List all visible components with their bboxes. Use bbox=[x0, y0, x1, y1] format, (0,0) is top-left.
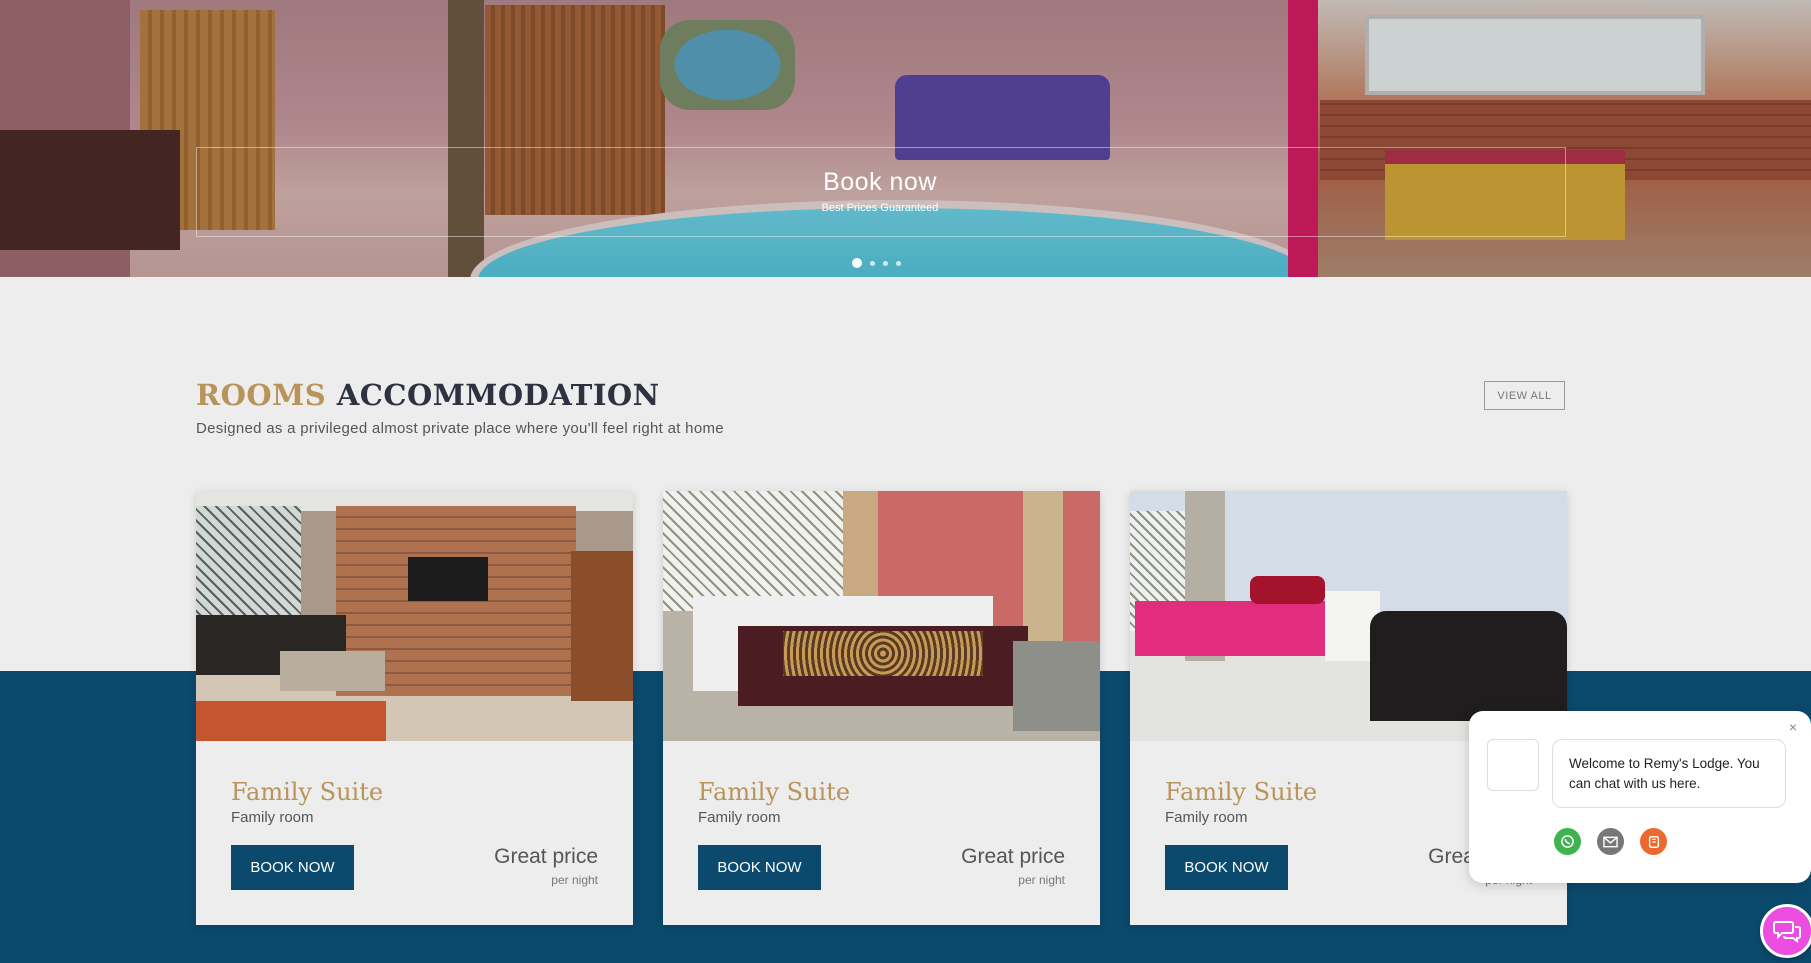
chat-bubbles-icon bbox=[1773, 921, 1801, 943]
photo-curtain bbox=[1023, 491, 1063, 661]
room-photo[interactable] bbox=[663, 491, 1100, 741]
room-card: Family Suite Family room BOOK NOW Great … bbox=[663, 491, 1100, 925]
photo-pillow bbox=[1250, 576, 1325, 604]
room-type: Family room bbox=[698, 809, 781, 826]
phone-icon[interactable] bbox=[1640, 828, 1667, 855]
photo-coffee-table bbox=[280, 651, 385, 691]
section-subtitle: Designed as a privileged almost private … bbox=[196, 420, 724, 437]
chat-popup: × Welcome to Remy's Lodge. You can chat … bbox=[1469, 711, 1811, 883]
photo-bed bbox=[196, 701, 386, 741]
section-title-rest: ACCOMMODATION bbox=[336, 378, 660, 412]
chat-launcher-button[interactable] bbox=[1760, 904, 1811, 958]
price-label: Great price bbox=[494, 845, 598, 868]
photo-door bbox=[571, 551, 633, 701]
section-title: ROOMS ACCOMMODATION bbox=[196, 378, 660, 412]
room-type: Family room bbox=[231, 809, 314, 826]
email-icon[interactable] bbox=[1597, 828, 1624, 855]
photo-bed bbox=[1135, 601, 1335, 656]
whatsapp-icon[interactable] bbox=[1554, 828, 1581, 855]
room-photo[interactable] bbox=[1130, 491, 1567, 741]
slider-pagination bbox=[852, 258, 901, 268]
photo-tv bbox=[408, 557, 488, 601]
photo-side-table bbox=[1013, 641, 1100, 731]
room-card: Family Suite Family room BOOK NOW Great … bbox=[196, 491, 633, 925]
slider-dot-3[interactable] bbox=[883, 260, 888, 266]
photo-blanket-pattern bbox=[783, 631, 983, 676]
price-unit: per night bbox=[551, 873, 598, 887]
view-all-button[interactable]: VIEW ALL bbox=[1484, 381, 1565, 410]
book-now-button[interactable]: BOOK NOW bbox=[1165, 845, 1288, 890]
close-icon[interactable]: × bbox=[1789, 719, 1797, 735]
chat-avatar bbox=[1487, 739, 1539, 791]
slider-dot-1[interactable] bbox=[852, 258, 862, 268]
section-title-accent: ROOMS bbox=[196, 378, 327, 412]
room-name[interactable]: Family Suite bbox=[231, 778, 383, 806]
hero-headline[interactable]: Book now bbox=[0, 168, 1760, 197]
photo-sofa bbox=[1370, 611, 1567, 721]
book-now-button[interactable]: BOOK NOW bbox=[231, 845, 354, 890]
room-type: Family room bbox=[1165, 809, 1248, 826]
slider-dot-2[interactable] bbox=[870, 260, 875, 266]
hero-subline: Best Prices Guaranteed bbox=[821, 202, 939, 214]
chat-welcome-message: Welcome to Remy's Lodge. You can chat wi… bbox=[1552, 739, 1786, 808]
room-photo[interactable] bbox=[196, 491, 633, 741]
book-now-button[interactable]: BOOK NOW bbox=[698, 845, 821, 890]
price-unit: per night bbox=[1018, 873, 1065, 887]
slider-dot-4[interactable] bbox=[896, 260, 901, 266]
photo-window bbox=[663, 491, 843, 611]
price-label: Great price bbox=[961, 845, 1065, 868]
room-name[interactable]: Family Suite bbox=[698, 778, 850, 806]
hero-slider[interactable]: Book now Best Prices Guaranteed bbox=[0, 0, 1811, 277]
room-name[interactable]: Family Suite bbox=[1165, 778, 1317, 806]
